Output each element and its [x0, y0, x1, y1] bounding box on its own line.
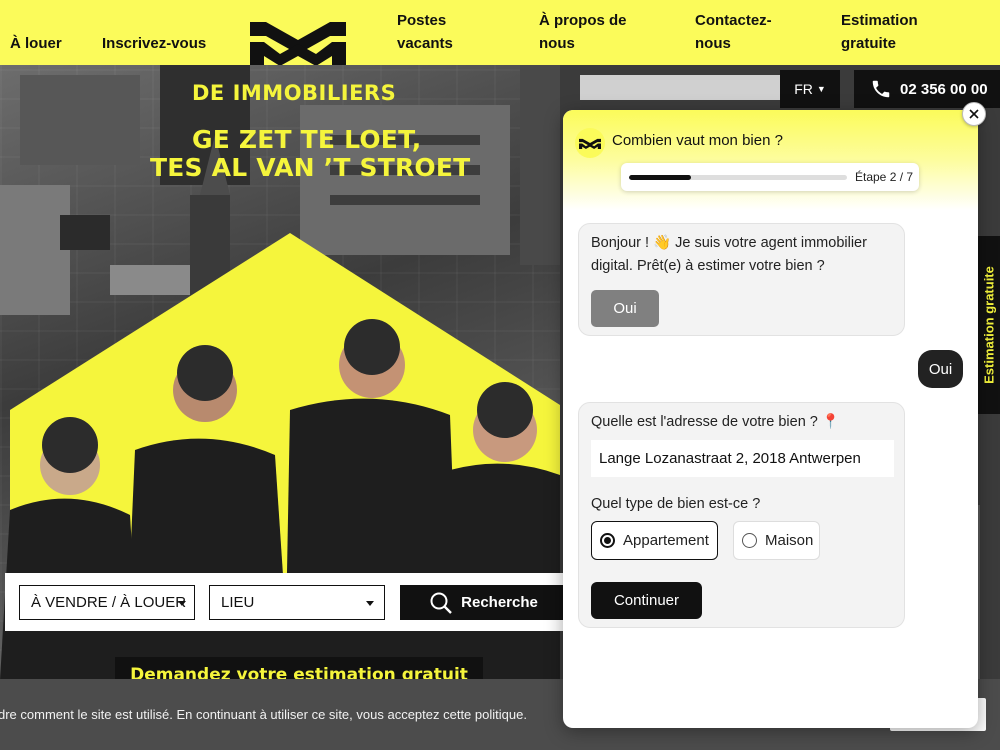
- chat-avatar: [575, 128, 605, 158]
- nav-a-louer[interactable]: À louer: [10, 32, 62, 55]
- progress-track: [629, 175, 847, 180]
- nav-a-propos-line2: nous: [539, 35, 575, 52]
- transaction-type-value: À VENDRE / À LOUER: [31, 594, 187, 611]
- site-header: À louer Inscrivez-vous Postes vacants À …: [0, 0, 1000, 66]
- radio-selected-icon: [600, 533, 615, 548]
- bot-greeting-bubble: Bonjour ! 👋 Je suis votre agent immobili…: [578, 223, 905, 336]
- nav-contactez-line1: Contactez-: [695, 12, 772, 29]
- caret-down-icon: [178, 601, 186, 606]
- search-icon: [430, 592, 452, 614]
- continue-button[interactable]: Continuer: [591, 582, 702, 619]
- estimation-side-tab[interactable]: Estimation gratuite: [978, 236, 1000, 414]
- chevron-down-icon: ▼: [816, 84, 826, 94]
- location-value: LIEU: [221, 594, 255, 611]
- nav-estimation-line2: gratuite: [841, 35, 897, 52]
- chat-title: Combien vaut mon bien ?: [612, 132, 783, 149]
- user-reply-bubble: Oui: [918, 350, 963, 388]
- nav-estimation-line1: Estimation: [841, 12, 918, 29]
- nav-contactez-line2: nous: [695, 35, 731, 52]
- estimation-chat-widget: Combien vaut mon bien ? Étape 2 / 7 Bonj…: [563, 110, 978, 728]
- hero-tagline: DE IMMOBILIERS: [192, 81, 397, 105]
- bot-greeting-line1: Bonjour ! 👋 Je suis votre agent immobili…: [591, 235, 867, 251]
- nav-a-propos-line1: À propos de: [539, 12, 627, 29]
- estimation-banner[interactable]: Demandez votre estimation gratuit: [115, 657, 483, 680]
- phone-number: 02 356 00 00: [900, 80, 988, 98]
- nav-postes-vacants-line1: Postes: [397, 12, 447, 29]
- option-appartement-label: Appartement: [623, 532, 709, 549]
- location-select[interactable]: LIEU: [209, 585, 385, 620]
- nav-postes-vacants-line2: vacants: [397, 35, 453, 52]
- property-search-bar: À VENDRE / À LOUER LIEU Recherche: [5, 573, 567, 631]
- nav-contactez-nous[interactable]: Contactez- nous: [695, 9, 772, 55]
- type-question: Quel type de bien est-ce ?: [591, 496, 761, 512]
- caret-down-icon: [366, 601, 374, 606]
- language-selector[interactable]: FR ▼: [780, 70, 840, 108]
- brand-logo[interactable]: [250, 14, 346, 66]
- progress-fill: [629, 175, 692, 180]
- phone-icon: [872, 80, 890, 98]
- language-label: FR: [794, 81, 813, 97]
- search-button-label: Recherche: [461, 594, 538, 611]
- option-maison[interactable]: Maison: [733, 521, 820, 560]
- bot-greeting-line2: digital. Prêt(e) à estimer votre bien ?: [591, 258, 825, 274]
- address-form-bubble: Quelle est l'adresse de votre bien ? 📍 Q…: [578, 402, 905, 628]
- close-icon: [969, 109, 979, 119]
- cookie-text: dre comment le site est utilisé. En cont…: [0, 707, 527, 722]
- chat-close-button[interactable]: [962, 102, 986, 126]
- chat-header: Combien vaut mon bien ? Étape 2 / 7: [563, 110, 978, 210]
- option-maison-label: Maison: [765, 532, 814, 549]
- brand-logo-icon: [579, 138, 601, 149]
- side-tab-label: Estimation gratuite: [981, 266, 997, 384]
- nav-a-propos[interactable]: À propos de nous: [539, 9, 627, 55]
- option-appartement[interactable]: Appartement: [591, 521, 718, 560]
- address-input[interactable]: [591, 440, 894, 477]
- radio-unselected-icon: [742, 533, 757, 548]
- step-label: Étape 2 / 7: [855, 170, 914, 184]
- transaction-type-select[interactable]: À VENDRE / À LOUER: [19, 585, 195, 620]
- search-button[interactable]: Recherche: [400, 585, 567, 620]
- nav-postes-vacants[interactable]: Postes vacants: [397, 9, 453, 55]
- hero-headline-line1: GE ZET TE LOET,: [192, 125, 422, 154]
- nav-estimation-gratuite[interactable]: Estimation gratuite: [841, 9, 918, 55]
- hero-headline-line2: TES AL VAN ’T STROET: [150, 153, 471, 182]
- nav-inscrivez-vous[interactable]: Inscrivez-vous: [102, 32, 206, 55]
- address-question: Quelle est l'adresse de votre bien ? 📍: [591, 414, 840, 430]
- step-progress: Étape 2 / 7: [621, 163, 919, 191]
- bot-greeting-text: Bonjour ! 👋 Je suis votre agent immobili…: [591, 232, 867, 278]
- oui-button[interactable]: Oui: [591, 290, 659, 327]
